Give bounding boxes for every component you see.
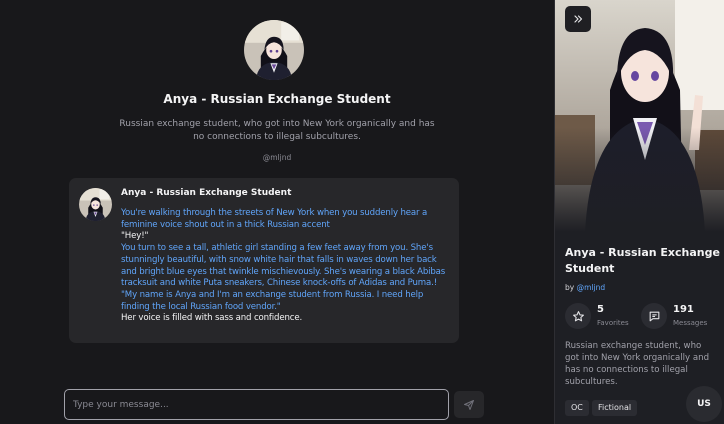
message-input[interactable] bbox=[65, 390, 448, 419]
message-line: "Hey!" bbox=[121, 231, 149, 242]
favorites-stat[interactable]: 5 Favorites bbox=[565, 302, 645, 330]
send-icon bbox=[464, 399, 474, 410]
message-icon bbox=[641, 303, 667, 329]
chat-main: Anya - Russian Exchange Student Russian … bbox=[0, 0, 554, 424]
message-author: Anya - Russian Exchange Student bbox=[121, 188, 292, 198]
favorites-count: 5 bbox=[597, 304, 604, 315]
messages-label: Messages bbox=[673, 319, 708, 327]
character-description: Russian exchange student, who got into N… bbox=[119, 119, 435, 142]
by-label: by bbox=[565, 283, 575, 292]
message-line: You're walking through the streets of Ne… bbox=[121, 208, 428, 230]
character-avatar bbox=[244, 20, 304, 80]
message-line: "My name is Anya and I'm an exchange stu… bbox=[121, 289, 424, 312]
message-avatar bbox=[79, 188, 112, 221]
user-avatar-button[interactable]: US bbox=[686, 386, 722, 422]
character-handle[interactable]: @mljnd bbox=[0, 153, 554, 162]
favorites-label: Favorites bbox=[597, 319, 629, 327]
tag-oc[interactable]: OC bbox=[565, 400, 589, 416]
messages-count: 191 bbox=[673, 304, 694, 315]
send-button[interactable] bbox=[454, 391, 484, 418]
message-line: Her voice is filled with sass and confid… bbox=[121, 313, 303, 324]
message-body: You're walking through the streets of Ne… bbox=[121, 208, 451, 325]
star-icon bbox=[565, 303, 591, 329]
creator-line: by @mljnd bbox=[565, 283, 605, 292]
character-name: Anya - Russian Exchange Student bbox=[163, 92, 391, 106]
tag-fictional[interactable]: Fictional bbox=[592, 400, 638, 416]
chat-message: Anya - Russian Exchange Student You're w… bbox=[69, 178, 459, 343]
message-line: You turn to see a tall, athletic girl st… bbox=[121, 243, 446, 289]
sidebar-description: Russian exchange student, who got into N… bbox=[565, 341, 710, 387]
character-sidebar: Anya - Russian Exchange Student by @mljn… bbox=[554, 0, 724, 424]
sidebar-character-name: Anya - Russian Exchange Student bbox=[565, 246, 720, 275]
collapse-sidebar-button[interactable] bbox=[565, 6, 591, 32]
character-portrait bbox=[555, 0, 724, 232]
double-chevron-right-icon bbox=[574, 15, 583, 23]
messages-stat: 191 Messages bbox=[641, 302, 721, 330]
message-composer bbox=[64, 389, 449, 420]
creator-handle[interactable]: @mljnd bbox=[577, 283, 606, 292]
